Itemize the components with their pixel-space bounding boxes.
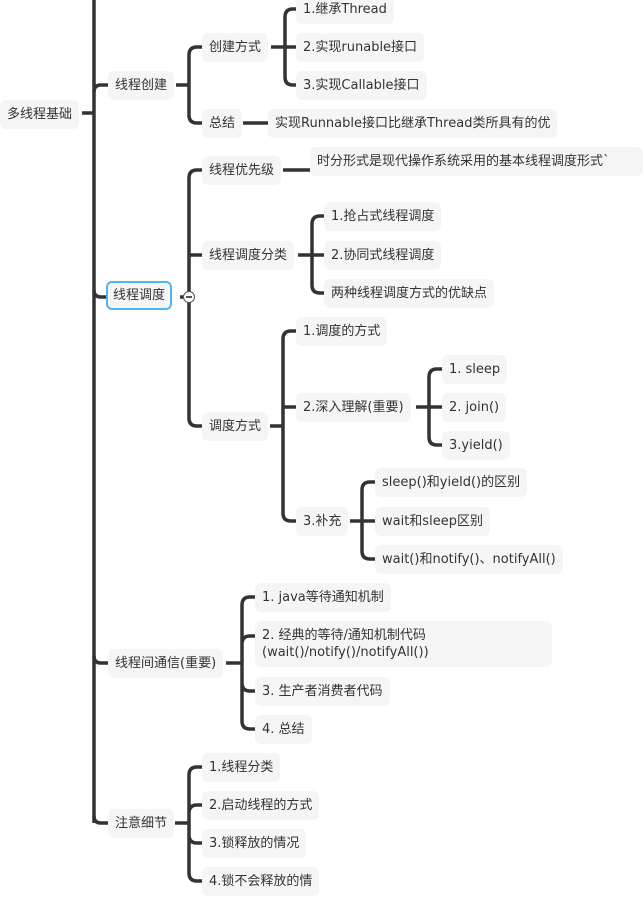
node-label: 总结 xyxy=(209,116,236,131)
node-label: 注意细节 xyxy=(115,816,168,831)
node-label: 线程优先级 xyxy=(209,163,275,178)
node-join[interactable]: 2. join() xyxy=(442,393,507,422)
node-runnable-advantage[interactable]: 实现Runnable接口比继承Thread类所具有的优 xyxy=(268,109,558,138)
node-label: sleep()和yield()的区别 xyxy=(382,475,521,490)
node-label: 3.yield() xyxy=(449,438,503,453)
node-label: 线程间通信(重要) xyxy=(115,656,217,671)
node-label: 1. java等待通知机制 xyxy=(262,590,384,605)
node-label: 2.协同式线程调度 xyxy=(331,248,435,263)
collapse-minus-icon[interactable] xyxy=(183,291,195,303)
node-label: 线程调度 xyxy=(113,288,166,303)
node-label: 2.实现runable接口 xyxy=(303,40,418,55)
node-supplement[interactable]: 3.补充 xyxy=(296,507,349,536)
node-wait-vs-sleep[interactable]: wait和sleep区别 xyxy=(375,507,490,536)
node-sleep-vs-yield[interactable]: sleep()和yield()的区别 xyxy=(375,468,528,497)
node-label: 1.线程分类 xyxy=(209,760,274,775)
node-classic-wait-notify-code[interactable]: 2. 经典的等待/通知机制代码(wait()/notify()/notifyAl… xyxy=(255,621,552,667)
node-preemptive[interactable]: 1.抢占式线程调度 xyxy=(324,202,442,231)
node-label: wait和sleep区别 xyxy=(382,514,483,529)
node-label: 调度方式 xyxy=(209,419,262,434)
node-label: 1. sleep xyxy=(449,362,501,377)
node-thread-priority[interactable]: 线程优先级 xyxy=(202,156,282,185)
root-node[interactable]: 多线程基础 xyxy=(0,100,80,129)
node-wait-notify[interactable]: wait()和notify()、notifyAll() xyxy=(375,545,563,574)
node-deep-understanding[interactable]: 2.深入理解(重要) xyxy=(296,393,411,422)
node-comm-summary[interactable]: 4. 总结 xyxy=(255,715,312,744)
node-label: 1.调度的方式 xyxy=(303,324,381,339)
node-label: 时分形式是现代操作系统采用的基本线程调度形式` xyxy=(317,154,610,169)
node-pros-cons[interactable]: 两种线程调度方式的优缺点 xyxy=(324,279,495,308)
node-label: 2. join() xyxy=(449,400,500,415)
node-thread-start-methods[interactable]: 2.启动线程的方式 xyxy=(202,791,320,820)
node-sleep[interactable]: 1. sleep xyxy=(442,355,508,384)
node-label: 2. 经典的等待/通知机制代码(wait()/notify()/notifyAl… xyxy=(262,628,429,660)
node-lock-release[interactable]: 3.锁释放的情况 xyxy=(202,829,307,858)
node-time-sharing[interactable]: 时分形式是现代操作系统采用的基本线程调度形式` xyxy=(310,147,643,176)
node-label: 创建方式 xyxy=(209,40,262,55)
node-implement-callable[interactable]: 3.实现Callable接口 xyxy=(296,71,427,100)
node-scheduling-methods[interactable]: 调度方式 xyxy=(202,412,269,441)
node-summary[interactable]: 总结 xyxy=(202,109,243,138)
node-label: 4.锁不会释放的情 xyxy=(209,874,313,889)
branch-thread-scheduling[interactable]: 线程调度 xyxy=(106,281,173,310)
branch-thread-creation[interactable]: 线程创建 xyxy=(108,71,175,100)
node-label: 3. 生产者消费者代码 xyxy=(262,684,383,699)
node-label: 3.补充 xyxy=(303,514,342,529)
node-java-wait-notify[interactable]: 1. java等待通知机制 xyxy=(255,583,391,612)
node-method-of-scheduling[interactable]: 1.调度的方式 xyxy=(296,317,388,346)
node-label: 2.启动线程的方式 xyxy=(209,798,313,813)
node-label: 1.继承Thread xyxy=(303,2,387,17)
node-label: 多线程基础 xyxy=(7,107,73,122)
node-label: 线程创建 xyxy=(115,78,168,93)
node-label: 4. 总结 xyxy=(262,722,305,737)
branch-thread-communication[interactable]: 线程间通信(重要) xyxy=(108,649,224,678)
node-scheduling-categories[interactable]: 线程调度分类 xyxy=(202,241,295,270)
node-label: 2.深入理解(重要) xyxy=(303,400,404,415)
node-extend-thread[interactable]: 1.继承Thread xyxy=(296,0,394,24)
node-label: 3.锁释放的情况 xyxy=(209,836,300,851)
node-lock-not-release[interactable]: 4.锁不会释放的情 xyxy=(202,867,320,896)
node-label: 3.实现Callable接口 xyxy=(303,78,420,93)
node-producer-consumer[interactable]: 3. 生产者消费者代码 xyxy=(255,677,390,706)
branch-notes[interactable]: 注意细节 xyxy=(108,809,175,838)
node-cooperative[interactable]: 2.协同式线程调度 xyxy=(324,241,442,270)
node-creation-methods[interactable]: 创建方式 xyxy=(202,33,269,62)
node-label: wait()和notify()、notifyAll() xyxy=(382,552,556,567)
node-label: 实现Runnable接口比继承Thread类所具有的优 xyxy=(275,116,551,131)
node-thread-classification[interactable]: 1.线程分类 xyxy=(202,753,281,782)
node-implement-runnable[interactable]: 2.实现runable接口 xyxy=(296,33,425,62)
node-label: 两种线程调度方式的优缺点 xyxy=(331,286,488,301)
node-label: 线程调度分类 xyxy=(209,248,288,263)
node-label: 1.抢占式线程调度 xyxy=(331,209,435,224)
node-yield[interactable]: 3.yield() xyxy=(442,431,510,460)
